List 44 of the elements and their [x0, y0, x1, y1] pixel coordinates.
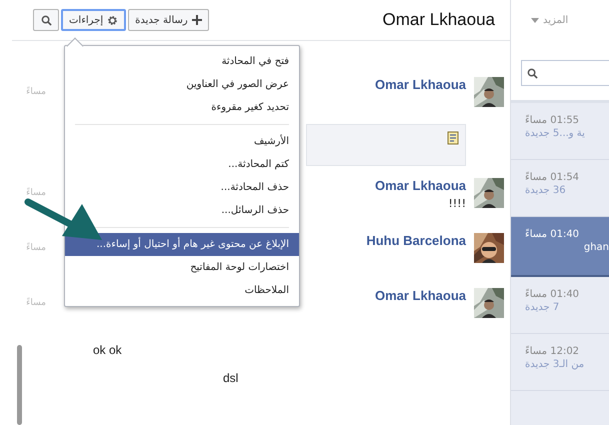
thread-preview: ية و...5 جديدة: [525, 128, 585, 139]
attachment-card[interactable]: [306, 124, 466, 166]
search-button[interactable]: [33, 9, 59, 31]
message-time: مساءً: [25, 243, 46, 253]
menu-item[interactable]: كتم المحادثة...: [65, 153, 299, 176]
message-text: dsl: [223, 371, 240, 385]
plus-icon: [192, 15, 202, 25]
menu-item[interactable]: حذف الرسائل...: [65, 199, 299, 222]
message-time: مساءً: [25, 188, 46, 198]
sender-name[interactable]: Omar Lkhaoua: [374, 288, 466, 303]
scrollbar[interactable]: [17, 345, 22, 425]
conversation-title: Omar Lkhaoua: [382, 10, 495, 30]
message-time: مساءً: [25, 298, 46, 308]
search-icon: [527, 68, 538, 78]
menu-item[interactable]: حذف المحادثة...: [65, 176, 299, 199]
menu-item[interactable]: عرض الصور في العناوين: [65, 73, 299, 96]
thread-preview: 7 جديدة: [525, 302, 560, 313]
document-icon: [447, 131, 459, 145]
menu-item[interactable]: الأرشيف: [65, 130, 299, 153]
menu-item[interactable]: فتح في المحادثة: [65, 50, 299, 73]
thread-time: 01:40 مساءً: [525, 229, 580, 240]
search-icon: [40, 14, 52, 26]
thread-preview: 36 جديدة: [525, 185, 566, 196]
gear-icon: [107, 14, 118, 26]
caret-icon: [531, 18, 539, 22]
thread-preview: ghan: [584, 242, 609, 253]
sender-name[interactable]: Omar Lkhaoua: [374, 77, 466, 92]
menu-item[interactable]: الإبلاغ عن محتوى غير هام أو احتيال أو إساءة...: [65, 233, 299, 256]
sender-name[interactable]: Omar Lkhaoua: [374, 178, 466, 193]
menu-item[interactable]: اختصارات لوحة المفاتيح: [65, 256, 299, 279]
thread-time: 01:40 مساءً: [525, 289, 580, 300]
search-field[interactable]: [521, 60, 609, 86]
thread-time: 01:55 مساءً: [525, 115, 580, 126]
actions-button[interactable]: إجراءات: [61, 9, 126, 31]
thread-preview: من الـ3 جديدة: [525, 359, 584, 370]
message-text: ok ok: [93, 343, 123, 357]
new-message-button[interactable]: رسالة جديدة: [128, 9, 209, 31]
menu-item[interactable]: تحديد كغير مقروءة: [65, 96, 299, 119]
message-text: !!!!: [448, 197, 466, 210]
menu-item[interactable]: الملاحظات: [65, 279, 299, 302]
thread-time: 12:02 مساءً: [525, 346, 580, 357]
message-time: مساءً: [25, 87, 46, 97]
sender-name[interactable]: Huhu Barcelona: [366, 233, 466, 248]
thread-time: 01:54 مساءً: [525, 172, 580, 183]
